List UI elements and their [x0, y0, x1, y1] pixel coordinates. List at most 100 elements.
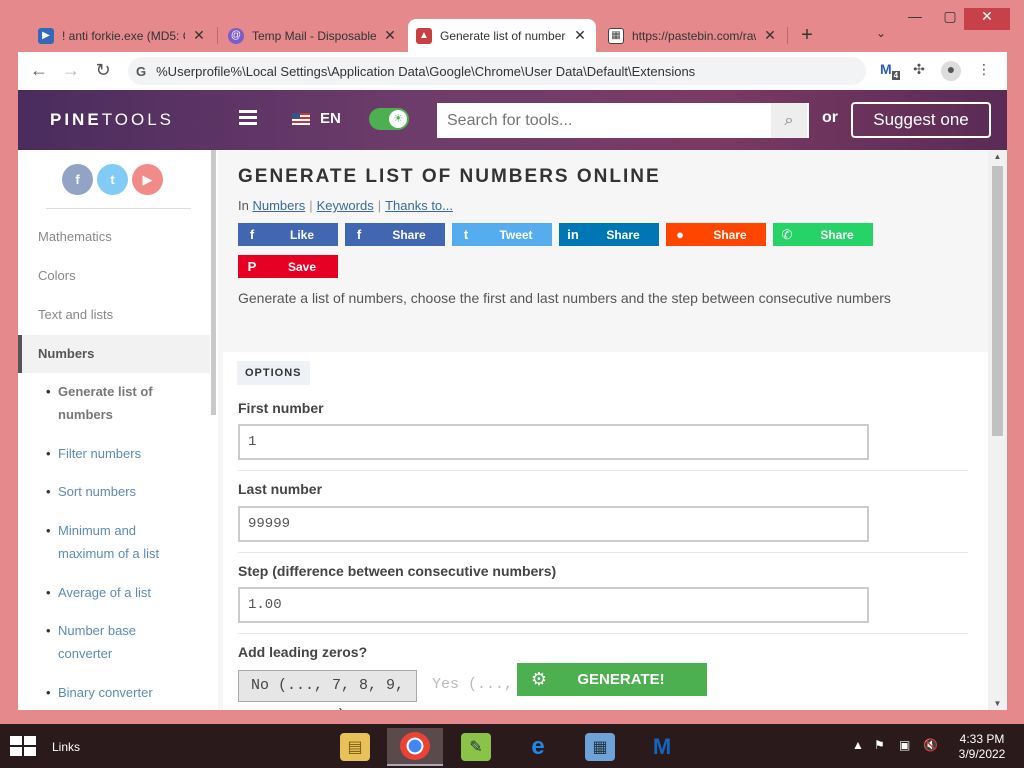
sidebar-subitem-filter-numbers[interactable]: Filter numbers: [46, 442, 186, 465]
breadcrumb: In Numbers | Keywords | Thanks to...: [238, 198, 453, 213]
leading-zeros-label: Add leading zeros?: [238, 644, 368, 660]
new-tab-button[interactable]: +: [796, 24, 818, 47]
notepadpp-app[interactable]: ✎: [448, 728, 504, 766]
maximize-button[interactable]: ▢: [935, 8, 965, 30]
back-arrow-icon[interactable]: ←: [28, 60, 50, 81]
sidebar-subitem-binary-converter[interactable]: Binary converter: [46, 681, 186, 704]
windows-start-icon[interactable]: [10, 736, 36, 756]
gear-icon: ⚙: [530, 669, 548, 689]
twitter-icon[interactable]: t: [97, 164, 128, 195]
facebook-icon: f: [356, 227, 362, 242]
file-explorer-app[interactable]: ▤: [327, 728, 383, 766]
internet-explorer-app[interactable]: e: [510, 728, 566, 766]
notepad-icon: ✎: [461, 733, 491, 761]
search-icon[interactable]: ⌕: [771, 103, 807, 138]
close-icon[interactable]: ✕: [382, 27, 398, 44]
control-panel-icon: ▦: [585, 733, 615, 761]
sidebar-subitem-generate-list[interactable]: Generate list ofnumbers: [46, 380, 186, 426]
twitter-icon: t: [463, 227, 469, 242]
sidebar-item-colors[interactable]: Colors: [18, 257, 210, 295]
facebook-like-button[interactable]: f Like: [238, 223, 338, 246]
last-number-input[interactable]: 99999: [238, 506, 869, 542]
us-flag-icon[interactable]: [292, 113, 310, 125]
facebook-share-button[interactable]: f Share: [345, 223, 445, 246]
browser-toolbar: ← → ↻ G %Userprofile%\Local Settings\App…: [18, 52, 1007, 90]
close-icon[interactable]: ✕: [572, 27, 588, 44]
network-icon[interactable]: ▣: [899, 738, 910, 752]
tab-pastebin[interactable]: ▦ https://pastebin.com/raw ✕: [600, 19, 786, 52]
sidebar-item-numbers[interactable]: Numbers: [18, 335, 210, 373]
pinterest-icon: P: [247, 259, 257, 274]
tool-description: Generate a list of numbers, choose the f…: [238, 290, 891, 306]
tab-separator: [217, 27, 218, 44]
extension-m-icon[interactable]: M4: [880, 61, 901, 81]
kebab-menu-icon[interactable]: ⋮: [974, 61, 994, 81]
theme-toggle[interactable]: ☀: [369, 108, 409, 130]
address-bar[interactable]: G %Userprofile%\Local Settings\Applicati…: [128, 57, 866, 85]
folder-icon: ▤: [340, 733, 370, 761]
first-number-input[interactable]: 1: [238, 424, 869, 460]
whatsapp-icon: ✆: [781, 226, 793, 242]
google-icon: G: [136, 63, 147, 79]
youtube-icon[interactable]: ▶: [132, 164, 163, 195]
facebook-icon[interactable]: f: [62, 164, 93, 195]
language-selector[interactable]: EN: [320, 110, 341, 127]
step-label: Step (difference between consecutive num…: [238, 563, 557, 579]
taskbar: Links ▤ ✎ e ▦ M ▲ ⚑ ▣ 🔇 4:33 PM 3/9/2022: [0, 724, 1024, 768]
tray-overflow-chevron-icon[interactable]: ▲: [852, 738, 864, 752]
tab-search-chevron-icon[interactable]: ⌄: [876, 26, 886, 40]
sidebar-item-text-and-lists[interactable]: Text and lists: [18, 296, 210, 334]
tool-search: ⌕: [437, 103, 809, 138]
sun-icon: ☀: [389, 110, 407, 128]
links-toolbar[interactable]: Links: [52, 740, 80, 754]
tab-separator: [787, 27, 788, 44]
divider: [46, 208, 191, 209]
sidebar-subitem-average[interactable]: Average of a list: [46, 581, 186, 604]
volume-muted-icon[interactable]: 🔇: [923, 738, 938, 752]
link-numbers[interactable]: Numbers: [252, 198, 305, 213]
reload-icon[interactable]: ↻: [92, 60, 114, 81]
scrollbar-thumb[interactable]: [992, 166, 1003, 436]
reddit-share-button[interactable]: ● Share: [666, 223, 766, 246]
linkedin-share-button[interactable]: in Share: [559, 223, 659, 246]
action-center-flag-icon[interactable]: ⚑: [874, 738, 885, 752]
pinetools-logo[interactable]: PINETOOLS: [50, 110, 174, 130]
chrome-app[interactable]: [387, 728, 443, 766]
hamburger-menu-icon[interactable]: [239, 110, 257, 128]
sidebar-subitem-min-max[interactable]: Minimum andmaximum of a list: [46, 519, 186, 565]
system-clock[interactable]: 4:33 PM 3/9/2022: [955, 732, 1009, 762]
sidebar-subitem-number-base[interactable]: Number baseconverter: [46, 619, 186, 665]
sidebar-subitem-sort-numbers[interactable]: Sort numbers: [46, 480, 186, 503]
step-input[interactable]: 1.00: [238, 587, 869, 623]
address-text: %Userprofile%\Local Settings\Application…: [156, 63, 696, 79]
profile-avatar-icon[interactable]: ●: [941, 61, 961, 81]
scroll-down-icon[interactable]: ▼: [988, 699, 1007, 708]
sidebar-item-mathematics[interactable]: Mathematics: [18, 218, 210, 256]
generate-button[interactable]: ⚙ GENERATE!: [517, 663, 707, 696]
tab-anti-forkie[interactable]: ▶ ! anti forkie.exe (MD5: C ✕: [30, 19, 215, 52]
link-thanks[interactable]: Thanks to...: [385, 198, 453, 213]
forward-arrow-icon[interactable]: →: [60, 60, 82, 81]
puzzle-extensions-icon[interactable]: ✣: [909, 61, 929, 81]
close-icon[interactable]: ✕: [191, 27, 207, 44]
whatsapp-share-button[interactable]: ✆ Share: [773, 223, 873, 246]
minimize-button[interactable]: —: [900, 8, 930, 30]
pinterest-save-button[interactable]: P Save: [238, 255, 338, 278]
link-keywords[interactable]: Keywords: [317, 198, 374, 213]
suggest-one-button[interactable]: Suggest one: [851, 102, 991, 138]
control-panel-app[interactable]: ▦: [572, 728, 628, 766]
scroll-up-icon[interactable]: ▲: [988, 152, 1007, 161]
window-close-button[interactable]: ✕: [964, 8, 1010, 30]
tweet-button[interactable]: t Tweet: [452, 223, 552, 246]
search-input[interactable]: [437, 111, 771, 130]
sidebar-scrollbar[interactable]: [211, 150, 216, 415]
divider: [238, 552, 968, 553]
sidebar: f t ▶ Mathematics Colors Text and lists …: [18, 150, 217, 710]
malwarebytes-app[interactable]: M: [634, 728, 690, 766]
tab-temp-mail[interactable]: @ Temp Mail - Disposable ✕: [220, 19, 406, 52]
tab-generate-list[interactable]: ▲ Generate list of numbers ✕: [408, 19, 596, 52]
leading-zeros-no-option[interactable]: No (..., 7, 8, 9, ...): [238, 670, 417, 710]
close-icon[interactable]: ✕: [762, 27, 778, 44]
page-scrollbar[interactable]: ▲ ▼: [988, 150, 1007, 710]
facebook-icon: f: [249, 227, 255, 242]
